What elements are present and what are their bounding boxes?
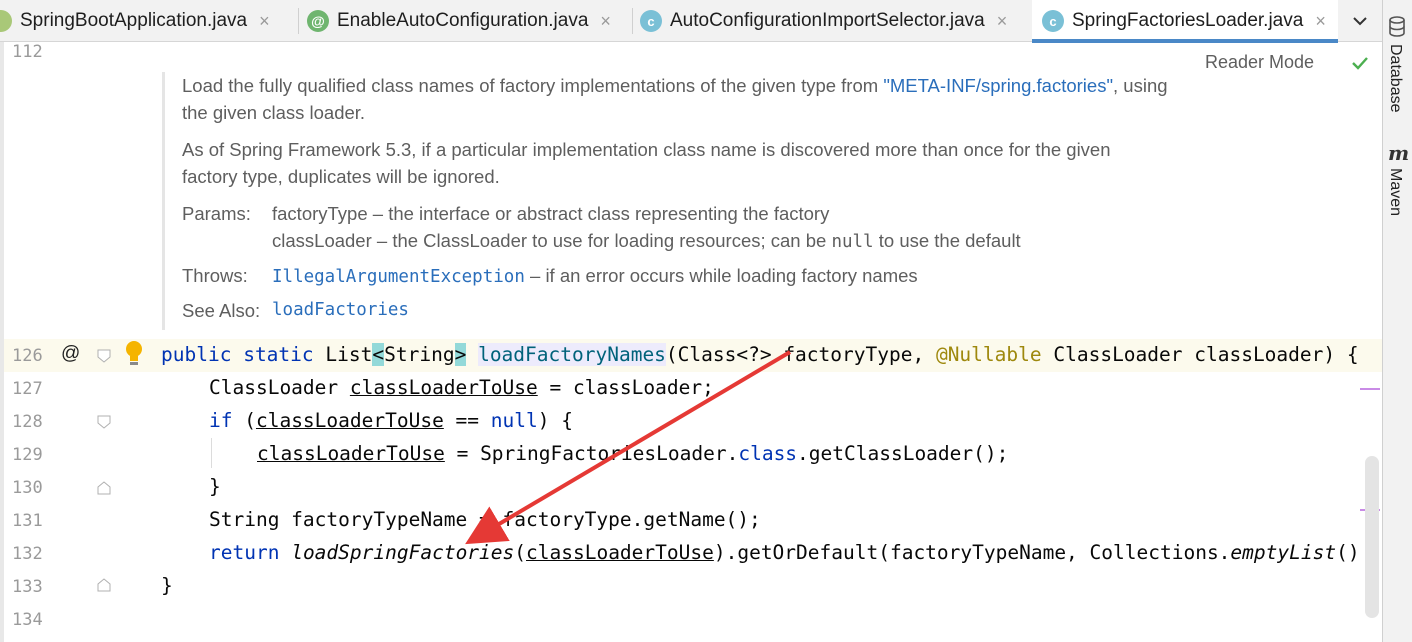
- tab-label: EnableAutoConfiguration.java: [337, 10, 589, 31]
- database-icon: [1389, 16, 1405, 37]
- fold-end-icon[interactable]: [97, 481, 111, 495]
- close-icon[interactable]: ×: [997, 11, 1008, 32]
- code-line-130[interactable]: }: [209, 475, 221, 498]
- tabs-menu-button[interactable]: [1338, 0, 1382, 42]
- lightbulb-icon[interactable]: [123, 339, 145, 367]
- vertical-scrollbar-thumb[interactable]: [1365, 456, 1379, 618]
- error-stripe-mark[interactable]: [1360, 388, 1380, 390]
- doc-summary: Load the fully qualified class names of …: [182, 75, 1168, 123]
- doc-throws: Throws: IllegalArgumentException – if an…: [182, 265, 918, 287]
- line-number: 112: [12, 42, 43, 62]
- maven-icon: m: [1388, 141, 1410, 165]
- code-line-128[interactable]: if (classLoaderToUse == null) {: [209, 409, 573, 432]
- class-icon: c: [1042, 10, 1064, 32]
- doc-see-also: See Also: loadFactories: [182, 297, 1182, 324]
- maven-tool-button[interactable]: Maven: [1386, 168, 1404, 216]
- code-line-127[interactable]: ClassLoader classLoaderToUse = classLoad…: [209, 376, 714, 399]
- reader-mode-button[interactable]: Reader Mode: [1205, 52, 1314, 73]
- line-number: 126: [12, 346, 43, 366]
- line-number: 130: [12, 478, 43, 498]
- javadoc-block: Load the fully qualified class names of …: [162, 72, 1182, 330]
- doc-param: classLoader – the ClassLoader to use for…: [272, 230, 1021, 252]
- doc-link-exception[interactable]: IllegalArgumentException: [272, 267, 525, 287]
- close-icon[interactable]: ×: [1315, 11, 1326, 32]
- doc-param: factoryType – the interface or abstract …: [272, 203, 830, 224]
- tab-autoconfigurationimportselector[interactable]: c AutoConfigurationImportSelector.java ×: [640, 0, 1030, 42]
- line-number: 127: [12, 379, 43, 399]
- code-line-133[interactable]: }: [161, 574, 173, 597]
- line-number: 128: [12, 412, 43, 432]
- code-line-131[interactable]: String factoryTypeName = factoryType.get…: [209, 508, 761, 531]
- fold-end-icon[interactable]: [97, 578, 111, 592]
- close-icon[interactable]: ×: [600, 11, 611, 32]
- code-line-129[interactable]: classLoaderToUse = SpringFactoriesLoader…: [257, 442, 1008, 465]
- doc-paragraph: As of Spring Framework 5.3, if a particu…: [182, 139, 1111, 187]
- line-number: 132: [12, 544, 43, 564]
- annotation-icon: @: [307, 10, 329, 32]
- check-icon: [1352, 57, 1368, 70]
- doc-link-spring-factories[interactable]: "META-INF/spring.factories": [883, 75, 1113, 96]
- code-line-132[interactable]: return loadSpringFactories(classLoaderTo…: [209, 541, 1360, 564]
- fold-icon[interactable]: [97, 415, 111, 429]
- tab-enableautoconfiguration[interactable]: @ EnableAutoConfiguration.java ×: [307, 0, 629, 42]
- tab-label: SpringBootApplication.java: [20, 10, 248, 31]
- tab-label: SpringFactoriesLoader.java: [1072, 10, 1304, 31]
- tab-label: AutoConfigurationImportSelector.java: [670, 10, 985, 31]
- database-tool-button[interactable]: Database: [1386, 44, 1404, 113]
- chevron-down-icon: [1353, 17, 1367, 26]
- doc-link-loadfactories[interactable]: loadFactories: [272, 297, 409, 324]
- tab-springbootapplication[interactable]: SpringBootApplication.java ×: [0, 0, 295, 42]
- fold-icon[interactable]: [97, 349, 111, 363]
- spring-icon: [0, 10, 12, 32]
- line-number: 129: [12, 445, 43, 465]
- right-tool-strip: Database m Maven: [1382, 0, 1412, 642]
- code-line-126[interactable]: public static List<String> loadFactoryNa…: [161, 343, 1359, 366]
- doc-params: Params: factoryType – the interface or a…: [182, 200, 1182, 256]
- line-number: 134: [12, 610, 43, 630]
- editor-tab-bar: SpringBootApplication.java × @ EnableAut…: [0, 0, 1382, 43]
- close-icon[interactable]: ×: [259, 11, 270, 32]
- class-icon: c: [640, 10, 662, 32]
- line-number: 133: [12, 577, 43, 597]
- implements-marker-icon[interactable]: @: [61, 343, 80, 365]
- line-number: 131: [12, 511, 43, 531]
- tab-springfactoriesloader[interactable]: c SpringFactoriesLoader.java ×: [1032, 0, 1338, 43]
